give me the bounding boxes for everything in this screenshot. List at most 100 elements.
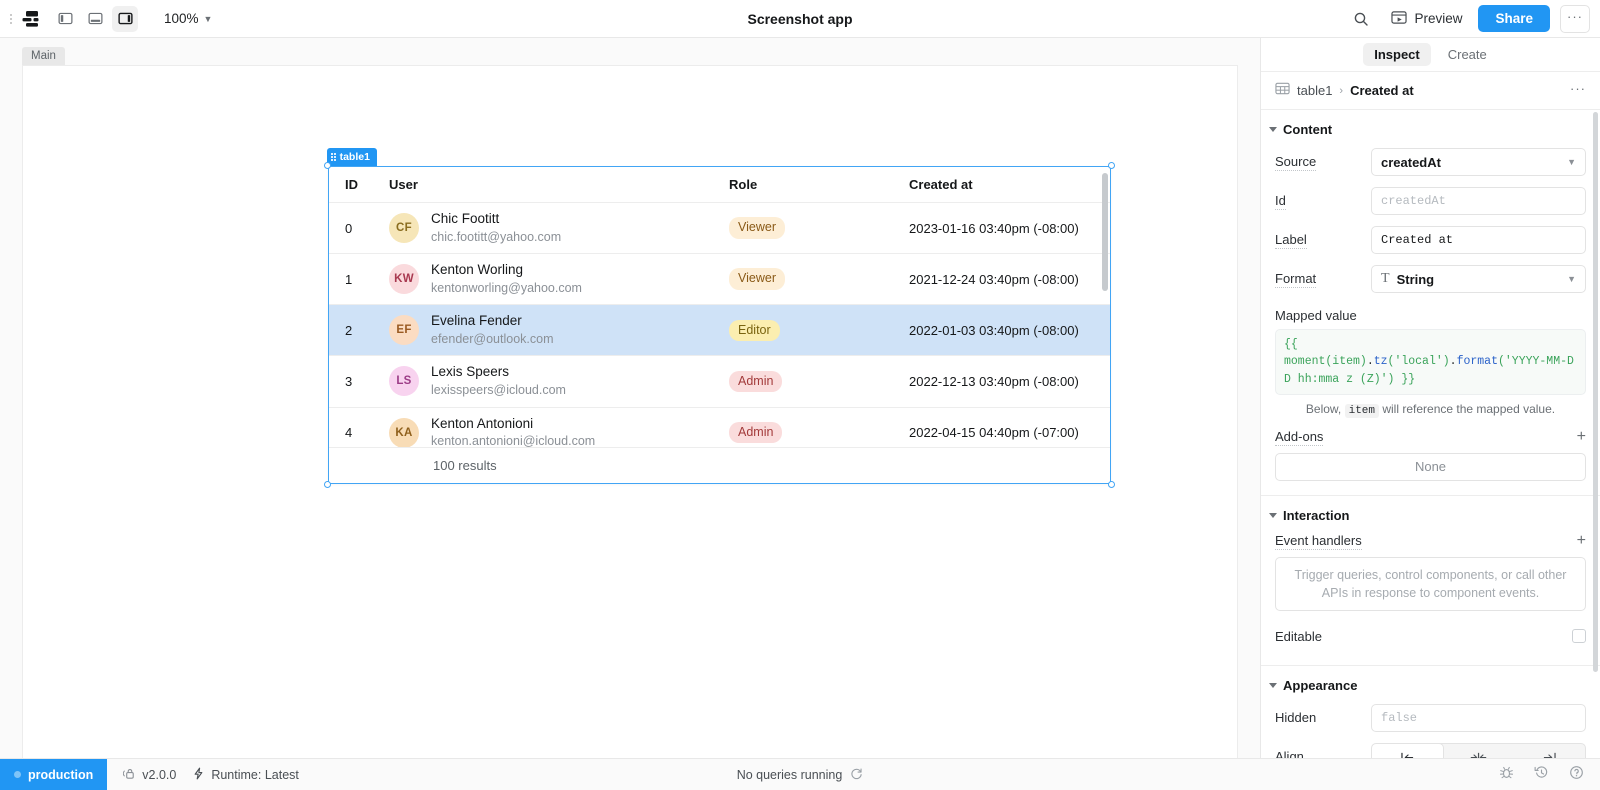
section-interaction-header[interactable]: Interaction [1269,508,1586,523]
table-row-selected[interactable]: 2 EF Evelina Fender efender@outlook.com [329,304,1110,357]
search-icon[interactable] [1347,5,1375,33]
queries-label: No queries running [736,767,843,782]
chevron-down-icon [1269,683,1277,688]
cell-id: 4 [329,407,377,447]
app-root: 100% ▼ Screenshot app Preview Share ··· … [0,0,1600,790]
component-badge-label: table1 [339,151,370,163]
data-table[interactable]: ID User Role Created at 0 CF Chic Footit… [329,167,1110,483]
runtime-label: Runtime: Latest [211,767,299,782]
code-dot-2: . [1449,355,1457,369]
panel-right-icon[interactable] [112,5,138,32]
table-row[interactable]: 4 KA Kenton Antonioni kenton.antonioni@i… [329,407,1110,447]
zoom-level-select[interactable]: 100% ▼ [158,8,218,29]
code-tz: tz [1373,355,1388,369]
cell-user: KW Kenton Worling kentonworling@yahoo.co… [377,253,717,306]
component-badge[interactable]: table1 [327,148,377,167]
table-scroll-region[interactable]: ID User Role Created at 0 CF Chic Footit… [329,167,1110,447]
event-handlers-header: Event handlers + [1275,533,1586,550]
history-icon[interactable] [1534,765,1549,785]
user-email: efender@outlook.com [431,332,554,347]
label-input[interactable]: Created at [1371,226,1586,254]
tab-create[interactable]: Create [1437,43,1498,66]
resize-handle-top-right[interactable] [1108,162,1115,169]
table-row[interactable]: 0 CF Chic Footitt chic.footitt@yahoo.com [329,202,1110,255]
add-addon-button[interactable]: + [1577,429,1586,445]
add-event-handler-button[interactable]: + [1577,533,1586,549]
refresh-icon [850,767,863,783]
code-tz-arg: ('local') [1387,355,1450,369]
section-content-header[interactable]: Content [1269,122,1586,137]
status-badge: Editor [729,319,780,342]
cell-role: Editor [717,304,897,357]
lock-icon [123,767,136,783]
app-logo-icon[interactable] [18,6,48,32]
addons-group: Add-ons + None [1275,429,1586,481]
table-row[interactable]: 3 LS Lexis Speers lexisspeers@icloud.com [329,355,1110,408]
hidden-input[interactable]: false [1371,704,1586,732]
cell-role: Viewer [717,202,897,255]
column-header-created-at[interactable]: Created at [897,167,1110,203]
column-header-role[interactable]: Role [717,167,897,203]
label-event-handlers: Event handlers [1275,532,1362,550]
inspector-panel: Inspect Create table1 › Created at ··· C… [1260,38,1600,758]
mapped-value-editor[interactable]: {{moment(item).tz('local').format('YYYY-… [1275,329,1586,395]
column-header-user[interactable]: User [377,167,717,203]
align-right-icon[interactable] [1514,744,1585,758]
help-circle-icon[interactable] [1569,765,1584,785]
status-badge: Viewer [729,268,785,290]
field-row-hidden: Hidden false [1275,703,1586,733]
field-row-align: Align [1275,742,1586,758]
drag-handle-icon[interactable] [6,8,16,30]
inspector-scrollbar[interactable] [1593,112,1598,672]
panel-left-icon[interactable] [52,6,78,32]
user-email: kentonworling@yahoo.com [431,281,582,295]
resize-handle-bottom-left[interactable] [324,481,331,488]
table-body: 0 CF Chic Footitt chic.footitt@yahoo.com [329,202,1110,447]
label-value: Created at [1381,233,1454,247]
table-row[interactable]: 1 KW Kenton Worling kentonworling@yahoo.… [329,253,1110,306]
hint-pre: Below, [1305,401,1342,416]
align-left-icon[interactable] [1372,744,1443,758]
breadcrumb-more-button[interactable]: ··· [1570,81,1586,101]
editable-checkbox[interactable] [1572,629,1586,643]
resize-handle-bottom-right[interactable] [1108,481,1115,488]
code-moment-fn: moment(item) [1284,355,1367,369]
tab-inspect[interactable]: Inspect [1363,43,1431,66]
source-value: createdAt [1381,154,1441,170]
column-header-id[interactable]: ID [329,167,377,203]
version-item[interactable]: v2.0.0 [123,767,176,783]
field-row-label: Label Created at [1275,225,1586,255]
panel-bottom-icon[interactable] [82,6,108,32]
runtime-item[interactable]: Runtime: Latest [192,767,299,783]
lightning-bolt-icon [192,767,205,783]
zoom-level-value: 100% [164,11,199,26]
label-hidden: Hidden [1275,710,1317,725]
share-button[interactable]: Share [1478,4,1550,33]
align-center-icon[interactable] [1443,744,1514,758]
breadcrumb-parent[interactable]: table1 [1297,83,1332,98]
section-title: Appearance [1283,678,1358,693]
top-toolbar: 100% ▼ Screenshot app Preview Share ··· [0,0,1600,38]
id-input[interactable]: createdAt [1371,187,1586,215]
section-title: Interaction [1283,507,1350,523]
section-appearance-header[interactable]: Appearance [1269,678,1586,693]
event-handlers-empty-state[interactable]: Trigger queries, control components, or … [1275,556,1586,611]
source-select[interactable]: createdAt ▼ [1371,148,1586,176]
bug-icon[interactable] [1499,765,1514,785]
page-tab-main[interactable]: Main [22,47,65,65]
resize-handle-top-left[interactable] [324,162,331,169]
app-canvas[interactable]: table1 ID User Role Created at 0 CF Chic… [22,65,1238,758]
more-options-button[interactable]: ··· [1560,4,1590,33]
table-vertical-scrollbar[interactable] [1102,173,1108,291]
preview-button[interactable]: Preview [1385,6,1468,32]
cell-role: Admin [717,407,897,447]
addons-value[interactable]: None [1275,452,1586,481]
user-name: Chic Footitt [431,211,500,226]
cell-role: Admin [717,355,897,408]
section-content: Content Source createdAt ▼ Id createdAt … [1261,110,1600,496]
selected-component-table1[interactable]: table1 ID User Role Created at 0 CF Chic… [324,148,1115,488]
user-name: Kenton Worling [431,262,524,278]
environment-chip[interactable]: production [0,758,108,790]
format-select[interactable]: T String ▼ [1371,265,1586,293]
cell-created-at: 2022-01-03 03:40pm (-08:00) [897,304,1110,357]
